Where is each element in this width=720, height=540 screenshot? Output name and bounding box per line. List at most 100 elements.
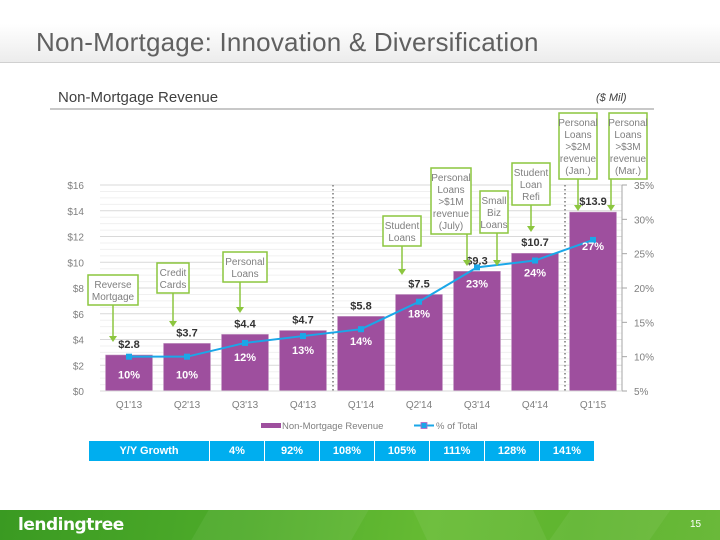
footer-decoration xyxy=(191,510,369,540)
annotation-text: Student xyxy=(385,221,420,232)
x-axis: Q1'13 Q2'13 Q3'13 Q4'13 Q1'14 Q2'14 Q3'14 Q4'14… xyxy=(116,400,607,411)
annotation-text: Loans xyxy=(480,220,507,231)
x-axis-tick-label: Q1'14 xyxy=(348,400,375,411)
growth-cell: 105% xyxy=(374,440,430,462)
legend-label-revenue: Non-Mortgage Revenue xyxy=(282,421,383,432)
percent-value-label: 24% xyxy=(524,268,546,280)
annotation-callout: PersonalLoans>$1Mrevenue(July) xyxy=(430,167,472,266)
annotation-text: (Mar.) xyxy=(615,166,641,177)
annotation-arrow-head xyxy=(169,321,177,327)
revenue-value-label: $13.9 xyxy=(579,196,607,208)
x-axis-tick-label: Q4'14 xyxy=(522,400,549,411)
revenue-bar xyxy=(279,330,327,392)
legend-swatch-marker xyxy=(420,422,428,429)
left-axis: $0 $2 $4 $6 $8 $10 $12 $14 $16 xyxy=(67,181,84,398)
percent-value-label: 10% xyxy=(176,370,198,382)
left-axis-tick-label: $0 xyxy=(73,387,85,398)
percent-marker xyxy=(184,353,190,360)
legend-label-percent: % of Total xyxy=(436,421,478,432)
annotation-callout: PersonalLoans>$3Mrevenue(Mar.) xyxy=(607,112,648,211)
percent-value-label: 13% xyxy=(292,345,314,357)
legend-swatch-bar xyxy=(261,423,281,428)
annotation-text: Personal xyxy=(225,257,264,268)
annotation-text: Loans xyxy=(564,130,591,141)
growth-label: Y/Y Growth xyxy=(88,440,210,462)
annotation-text: >$3M xyxy=(615,142,640,153)
left-axis-tick-label: $6 xyxy=(73,310,85,321)
annotation-text: Loans xyxy=(437,185,464,196)
annotation-text: Biz xyxy=(487,208,501,219)
annotation-text: (Jan.) xyxy=(565,166,591,177)
annotation-callout: StudentLoanRefi xyxy=(511,162,551,232)
annotation-text: Loans xyxy=(388,233,415,244)
growth-cell: 111% xyxy=(429,440,485,462)
right-axis-tick-label: 15% xyxy=(634,318,654,329)
right-axis-tick-label: 25% xyxy=(634,250,654,261)
percent-value-label: 23% xyxy=(466,278,488,290)
annotation-text: Reverse xyxy=(94,280,132,291)
x-axis-tick-label: Q3'14 xyxy=(464,400,491,411)
page-number: 15 xyxy=(690,519,702,530)
left-axis-tick-label: $12 xyxy=(67,233,84,244)
percent-marker xyxy=(358,326,364,333)
percent-marker xyxy=(416,298,422,305)
revenue-value-label: $4.4 xyxy=(234,318,256,330)
revenue-value-label: $5.8 xyxy=(350,300,371,312)
annotation-text: Small xyxy=(481,196,506,207)
percent-value-label: 10% xyxy=(118,370,140,382)
percent-value-label: 12% xyxy=(234,352,256,364)
annotation-arrow-head xyxy=(236,307,244,313)
annotation-text: Credit xyxy=(160,268,187,279)
annotation-text: revenue xyxy=(433,209,470,220)
x-axis-tick-label: Q1'13 xyxy=(116,400,143,411)
right-axis: 5% 10% 15% 20% 25% 30% 35% xyxy=(621,181,654,398)
annotation-text: Mortgage xyxy=(92,292,135,303)
revenue-value-label: $3.7 xyxy=(176,327,197,339)
annotation-arrow-head xyxy=(398,269,406,275)
annotation-callout: PersonalLoans xyxy=(222,251,268,313)
x-axis-tick-label: Q4'13 xyxy=(290,400,317,411)
revenue-chart: $0 $2 $4 $6 $8 $10 $12 $14 $16 5% 10% 15% 20% 25% 30%… xyxy=(67,112,654,432)
percent-marker xyxy=(126,353,132,360)
percent-marker xyxy=(532,257,538,264)
revenue-bar xyxy=(163,343,211,392)
annotation-text: revenue xyxy=(610,154,647,165)
right-axis-tick-label: 5% xyxy=(634,387,649,398)
annotation-text: Loans xyxy=(614,130,641,141)
revenue-value-label: $2.8 xyxy=(118,339,139,351)
growth-cell: 92% xyxy=(264,440,320,462)
right-axis-tick-label: 20% xyxy=(634,284,654,295)
growth-row: Y/Y Growth 4% 92% 108% 105% 111% 128% 14… xyxy=(88,440,595,462)
growth-cell: 4% xyxy=(209,440,265,462)
annotation-text: Personal xyxy=(558,118,597,129)
revenue-value-label: $4.7 xyxy=(292,314,313,326)
annotation-text: (July) xyxy=(439,221,463,232)
footer-decoration xyxy=(549,510,671,540)
growth-table: Y/Y Growth 4% 92% 108% 105% 111% 128% 14… xyxy=(88,440,595,462)
annotation-text: revenue xyxy=(560,154,597,165)
annotation-text: Student xyxy=(514,168,549,179)
right-axis-tick-label: 30% xyxy=(634,215,654,226)
left-axis-tick-label: $10 xyxy=(67,258,84,269)
left-axis-tick-label: $16 xyxy=(67,181,84,192)
annotation-text: Personal xyxy=(431,173,470,184)
annotation-arrow-head xyxy=(607,205,615,211)
annotation-callout: ReverseMortgage xyxy=(87,274,139,342)
right-axis-tick-label: 10% xyxy=(634,353,654,364)
annotation-callout: CreditCards xyxy=(156,262,190,327)
annotation-callout: StudentLoans xyxy=(382,215,422,275)
right-axis-tick-label: 35% xyxy=(634,181,654,192)
x-axis-tick-label: Q3'13 xyxy=(232,400,259,411)
left-axis-tick-label: $2 xyxy=(73,361,85,372)
revenue-value-label: $7.5 xyxy=(408,278,429,290)
x-axis-tick-label: Q2'14 xyxy=(406,400,433,411)
annotation-text: Cards xyxy=(160,280,187,291)
percent-value-label: 18% xyxy=(408,309,430,321)
lendingtree-logo: lendingtree xyxy=(18,515,124,535)
x-axis-tick-label: Q2'13 xyxy=(174,400,201,411)
growth-cell: 128% xyxy=(484,440,540,462)
legend: Non-Mortgage Revenue % of Total xyxy=(261,421,478,432)
percent-marker xyxy=(300,333,306,340)
annotation-text: Loans xyxy=(231,269,258,280)
revenue-value-label: $10.7 xyxy=(521,237,549,249)
